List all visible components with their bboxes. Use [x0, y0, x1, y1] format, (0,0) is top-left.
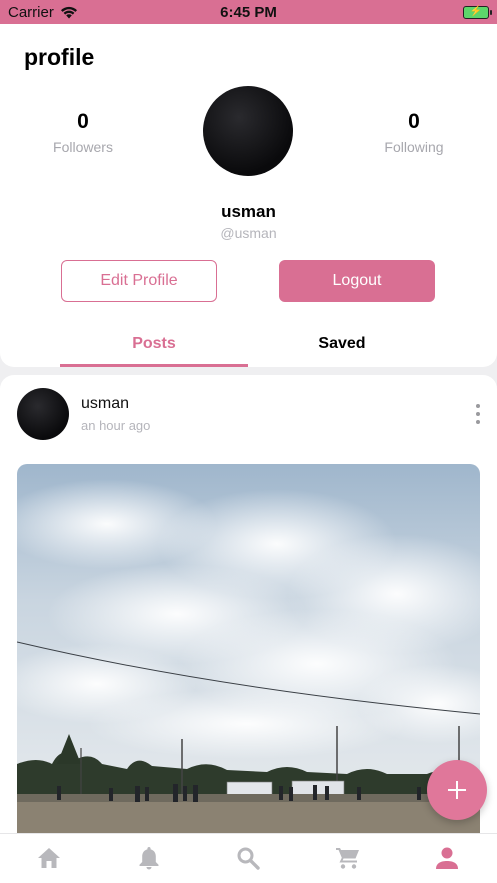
- followers-count: 0: [77, 110, 89, 133]
- followers-label: Followers: [53, 139, 113, 155]
- status-left: Carrier: [8, 4, 78, 21]
- search-icon: [237, 847, 260, 870]
- plus-icon: [448, 781, 466, 799]
- tab-saved[interactable]: Saved: [248, 324, 436, 367]
- nav-search[interactable]: [234, 844, 262, 872]
- edit-profile-button[interactable]: Edit Profile: [61, 260, 217, 302]
- logout-button[interactable]: Logout: [279, 260, 435, 302]
- post-timestamp: an hour ago: [81, 418, 151, 433]
- following-count: 0: [408, 110, 420, 133]
- following-label: Following: [384, 139, 444, 155]
- bell-icon: [139, 847, 159, 870]
- user-name: usman: [221, 202, 276, 221]
- post-author-name[interactable]: usman: [81, 395, 129, 413]
- add-post-button[interactable]: [427, 760, 487, 820]
- bottom-nav: [0, 833, 497, 883]
- sky-field-photo: [17, 464, 480, 854]
- cart-icon: [336, 848, 359, 869]
- carrier-label: Carrier: [8, 3, 54, 21]
- nav-cart[interactable]: [334, 844, 362, 872]
- post-author-avatar[interactable]: [17, 388, 69, 440]
- user-handle: @usman: [220, 225, 277, 241]
- post-image[interactable]: [17, 464, 480, 854]
- nav-profile[interactable]: [433, 844, 461, 872]
- followers-stat[interactable]: 0 Followers: [23, 110, 143, 155]
- home-icon: [38, 848, 60, 868]
- person-icon: [436, 847, 458, 869]
- post-card: usman an hour ago: [0, 375, 497, 854]
- status-bar: Carrier 6:45 PM ⚡: [0, 0, 497, 24]
- nav-home[interactable]: [35, 844, 63, 872]
- nav-notifications[interactable]: [135, 844, 163, 872]
- battery-charging-icon: ⚡: [463, 5, 492, 19]
- page-title: profile: [24, 44, 95, 70]
- profile-avatar[interactable]: [203, 86, 293, 176]
- more-options-icon[interactable]: [471, 404, 485, 424]
- tab-posts[interactable]: Posts: [60, 324, 248, 367]
- following-stat[interactable]: 0 Following: [354, 110, 474, 155]
- profile-card: profile 0 Followers 0 Following usman @u…: [0, 24, 497, 367]
- wifi-icon: [60, 6, 77, 18]
- bolt-icon: ⚡: [469, 6, 483, 17]
